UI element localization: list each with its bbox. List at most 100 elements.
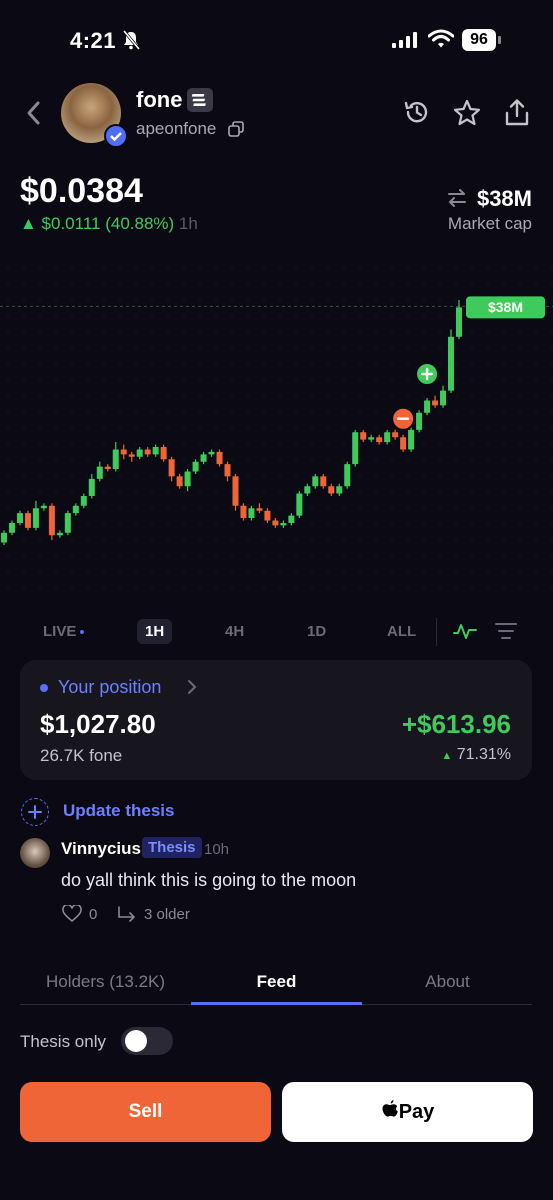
grid-dot <box>247 459 249 461</box>
timeframe-4h[interactable]: 4H <box>225 623 244 640</box>
grid-dot <box>295 539 297 541</box>
grid-dot <box>439 523 441 525</box>
candle-body <box>200 454 207 462</box>
back-icon[interactable] <box>26 100 42 126</box>
candle-body <box>136 449 143 457</box>
history-icon[interactable] <box>403 98 431 126</box>
tab-holders[interactable]: Holders (13.2K) <box>20 972 191 992</box>
grid-dot <box>551 571 553 573</box>
grid-dot <box>135 523 137 525</box>
grid-dot <box>71 379 73 381</box>
grid-dot <box>247 475 249 477</box>
grid-dot <box>391 395 393 397</box>
grid-dot <box>71 347 73 349</box>
grid-dot <box>215 363 217 365</box>
timeframe-1d[interactable]: 1D <box>307 623 326 640</box>
add-thesis-button[interactable] <box>21 798 49 826</box>
grid-dot <box>359 539 361 541</box>
position-label[interactable]: Your position <box>58 677 161 698</box>
grid-dot <box>183 555 185 557</box>
candle-body <box>384 432 391 443</box>
apple-pay-button[interactable]: Pay <box>282 1082 533 1142</box>
grid-dot <box>135 283 137 285</box>
tab-feed[interactable]: Feed <box>191 972 362 992</box>
grid-dot <box>39 571 41 573</box>
filter-icon[interactable] <box>495 621 517 641</box>
sell-button[interactable]: Sell <box>20 1082 271 1142</box>
reply-icon[interactable] <box>117 905 137 923</box>
grid-dot <box>135 555 137 557</box>
candle-body <box>112 449 119 470</box>
grid-dot <box>151 443 153 445</box>
grid-dot <box>551 507 553 509</box>
bell-muted-icon <box>122 30 140 50</box>
grid-dot <box>311 347 313 349</box>
grid-dot <box>87 283 89 285</box>
grid-dot <box>359 571 361 573</box>
grid-dot <box>7 443 9 445</box>
grid-dot <box>119 523 121 525</box>
share-icon[interactable] <box>503 98 531 128</box>
grid-dot <box>535 363 537 365</box>
swap-icon[interactable] <box>447 189 467 207</box>
older-comments-link[interactable]: 3 older <box>144 906 190 923</box>
grid-dot <box>439 331 441 333</box>
grid-dot <box>375 491 377 493</box>
grid-dot <box>167 587 169 589</box>
grid-dot <box>39 379 41 381</box>
timeframe-all[interactable]: ALL <box>387 623 416 640</box>
comment-avatar[interactable] <box>20 838 50 868</box>
grid-dot <box>327 283 329 285</box>
grid-dot <box>71 411 73 413</box>
grid-dot <box>295 443 297 445</box>
grid-dot <box>343 395 345 397</box>
grid-dot <box>359 475 361 477</box>
timeframe-live[interactable]: LIVE <box>43 623 85 640</box>
grid-dot <box>87 395 89 397</box>
comment-text: do yall think this is going to the moon <box>61 870 357 890</box>
grid-dot <box>151 299 153 301</box>
grid-dot <box>423 283 425 285</box>
grid-dot <box>503 491 505 493</box>
grid-dot <box>247 267 249 269</box>
grid-dot <box>263 491 265 493</box>
grid-dot <box>119 315 121 317</box>
grid-dot <box>503 347 505 349</box>
grid-dot <box>71 331 73 333</box>
price-chart[interactable]: $38M <box>0 260 553 600</box>
copy-icon[interactable] <box>228 121 244 137</box>
tab-about[interactable]: About <box>362 972 533 992</box>
grid-dot <box>423 523 425 525</box>
grid-dot <box>327 347 329 349</box>
timeframe-1h[interactable]: 1H <box>137 619 173 644</box>
grid-dot <box>503 267 505 269</box>
grid-dot <box>135 267 137 269</box>
grid-dot <box>519 267 521 269</box>
grid-dot <box>295 571 297 573</box>
grid-dot <box>263 475 265 477</box>
update-thesis-link[interactable]: Update thesis <box>63 801 174 821</box>
grid-dot <box>103 443 105 445</box>
candle-body <box>152 447 159 455</box>
grid-dot <box>551 267 553 269</box>
grid-dot <box>87 315 89 317</box>
grid-dot <box>151 363 153 365</box>
line-chart-icon[interactable] <box>453 621 477 641</box>
candle-body <box>56 532 63 536</box>
price-change-value: ▲ $0.0111 (40.88%) <box>20 214 175 233</box>
grid-dot <box>71 475 73 477</box>
comment-username[interactable]: Vinnycius <box>61 839 141 859</box>
grid-dot <box>119 571 121 573</box>
grid-dot <box>7 507 9 509</box>
star-icon[interactable] <box>452 98 482 128</box>
grid-dot <box>503 539 505 541</box>
grid-dot <box>231 299 233 301</box>
grid-dot <box>471 491 473 493</box>
heart-icon[interactable] <box>62 905 82 923</box>
grid-dot <box>407 475 409 477</box>
grid-dot <box>199 267 201 269</box>
grid-dot <box>119 507 121 509</box>
grid-dot <box>87 363 89 365</box>
grid-dot <box>359 427 361 429</box>
position-dot <box>40 684 48 692</box>
